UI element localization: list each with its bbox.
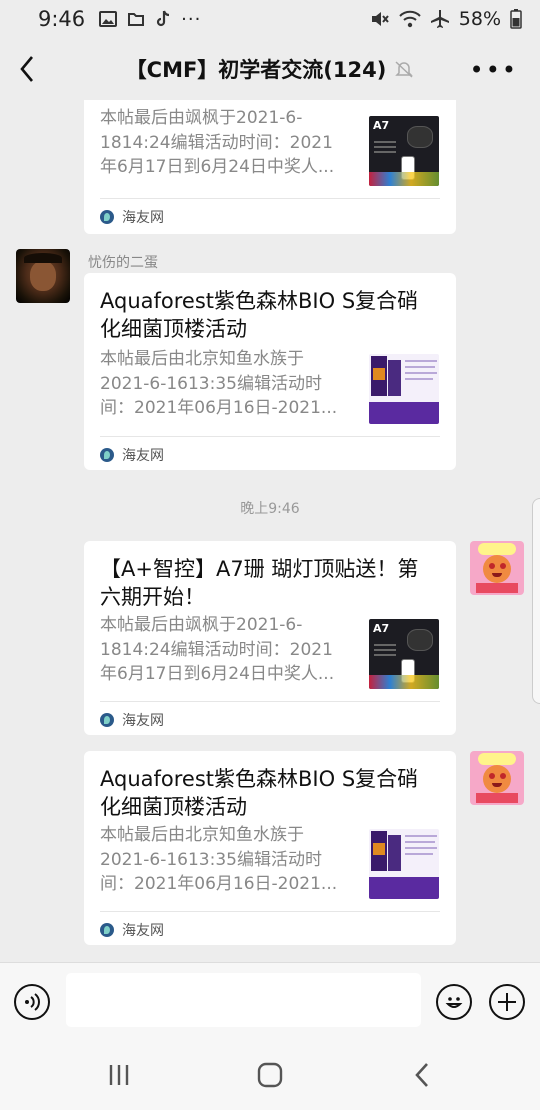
voice-input-button[interactable] <box>14 984 50 1020</box>
plus-icon <box>498 993 516 1011</box>
message-timestamp: 晚上9:46 <box>240 501 300 517</box>
my-avatar[interactable] <box>470 751 524 805</box>
my-avatar[interactable] <box>470 541 524 595</box>
card-footer: 海友网 <box>100 436 440 472</box>
card-description: 本帖最后由飒枫于2021-6-1814:24编辑活动时间：2021年6月17日到… <box>100 108 335 177</box>
message-input-bar <box>0 962 540 1042</box>
card-source: 海友网 <box>122 209 164 226</box>
thumb-label: A7 <box>373 622 390 635</box>
aquaforest-bottle-thumbnail <box>369 829 439 899</box>
mute-bell-icon <box>395 61 414 78</box>
wifi-icon <box>399 10 421 28</box>
message-input[interactable] <box>66 973 421 1027</box>
card-title: Aquaforest紫色森林BIO S复合硝化细菌顶楼活动 <box>100 289 419 341</box>
source-logo-icon <box>100 209 114 224</box>
scroll-handle[interactable] <box>532 498 540 704</box>
status-right: 58% <box>370 8 522 30</box>
card-footer: 海友网 <box>100 701 440 737</box>
sender-avatar[interactable] <box>16 249 70 303</box>
mute-icon <box>371 12 389 26</box>
card-source: 海友网 <box>122 922 164 939</box>
home-icon[interactable] <box>257 1062 283 1088</box>
airplane-icon <box>430 10 449 28</box>
more-functions-button[interactable] <box>489 984 525 1020</box>
card-description: 本帖最后由北京知鱼水族于2021-6-1613:35编辑活动时间：2021年06… <box>100 349 338 418</box>
battery-icon <box>510 9 522 29</box>
battery-text: 58% <box>458 8 501 30</box>
status-time: 9:46 <box>38 7 86 31</box>
emoji-icon <box>445 997 463 1008</box>
chat-header: 【CMF】初学者交流(124) ••• <box>0 38 540 100</box>
card-title: Aquaforest紫色森林BIO S复合硝化细菌顶楼活动 <box>100 767 419 819</box>
card-title: 【A+智控】A7珊 瑚灯顶贴送！第六期开始！ <box>100 557 419 609</box>
link-card[interactable]: 本帖最后由飒枫于2021-6-1814:24编辑活动时间：2021年6月17日到… <box>84 100 456 234</box>
link-card[interactable]: 【A+智控】A7珊 瑚灯顶贴送！第六期开始！ 本帖最后由飒枫于2021-6-18… <box>84 541 456 735</box>
card-footer: 海友网 <box>100 911 440 947</box>
source-logo-icon <box>100 922 114 937</box>
card-description: 本帖最后由北京知鱼水族于2021-6-1613:35编辑活动时间：2021年06… <box>100 825 338 894</box>
card-description: 本帖最后由飒枫于2021-6-1814:24编辑活动时间：2021年6月17日到… <box>100 615 335 684</box>
image-icon <box>99 11 118 27</box>
card-source: 海友网 <box>122 712 164 729</box>
back-icon[interactable] <box>14 52 42 86</box>
status-bar: 9:46 ··· 58% <box>0 0 540 38</box>
source-logo-icon <box>100 447 114 462</box>
folder-icon <box>128 13 145 26</box>
tiktok-icon <box>157 10 170 27</box>
chat-title: 【CMF】初学者交流(124) <box>125 58 387 82</box>
chat-title-wrap: 【CMF】初学者交流(124) <box>126 54 415 84</box>
thumb-label: A7 <box>373 119 390 132</box>
card-footer: 海友网 <box>100 198 440 234</box>
sender-name: 忧伤的二蛋 <box>88 255 158 271</box>
source-logo-icon <box>100 712 114 727</box>
more-options-icon[interactable]: ••• <box>470 56 518 84</box>
aquaforest-bottle-thumbnail <box>369 354 439 424</box>
chat-area[interactable]: 本帖最后由飒枫于2021-6-1814:24编辑活动时间：2021年6月17日到… <box>0 100 540 962</box>
system-nav-bar <box>0 1042 540 1110</box>
a7-light-thumbnail: A7 <box>369 619 439 689</box>
link-card[interactable]: Aquaforest紫色森林BIO S复合硝化细菌顶楼活动 本帖最后由北京知鱼水… <box>84 751 456 945</box>
more-dots-icon: ··· <box>181 8 202 30</box>
recent-apps-icon[interactable] <box>106 1062 132 1088</box>
voice-icon <box>25 993 40 1011</box>
a7-light-thumbnail: A7 <box>369 116 439 186</box>
emoji-button[interactable] <box>436 984 472 1020</box>
status-left-icons: ··· <box>99 9 201 30</box>
link-card[interactable]: Aquaforest紫色森林BIO S复合硝化细菌顶楼活动 本帖最后由北京知鱼水… <box>84 273 456 470</box>
back-nav-icon[interactable] <box>410 1062 436 1088</box>
card-source: 海友网 <box>122 447 164 464</box>
